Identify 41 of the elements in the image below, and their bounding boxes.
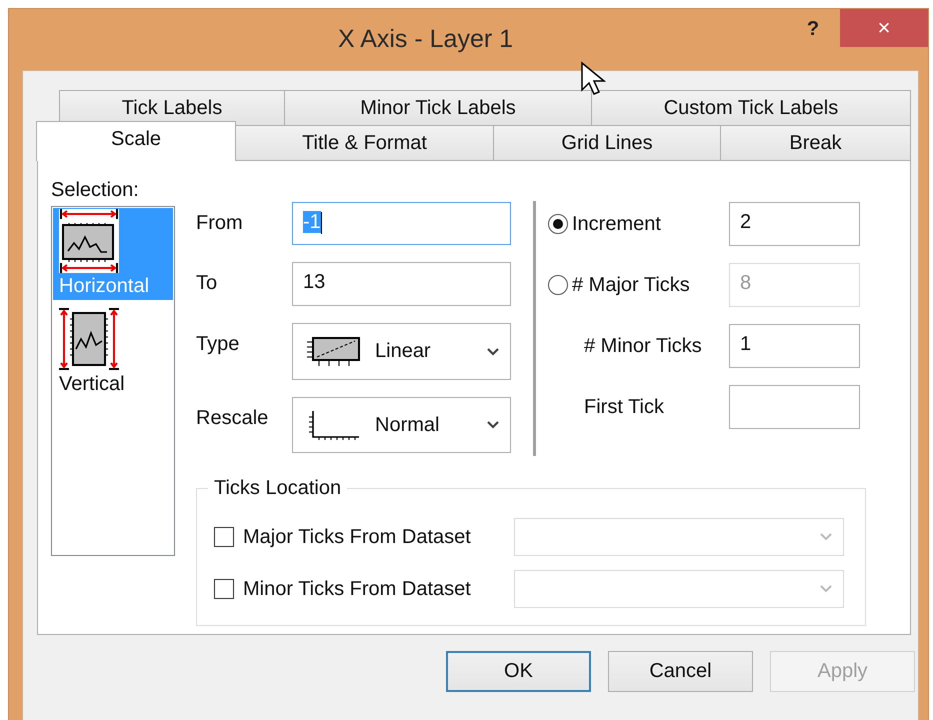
tab[interactable]: Break	[720, 125, 911, 160]
dropdown[interactable]: Linear	[292, 323, 511, 380]
radio-label: # Major Ticks	[572, 274, 690, 296]
selection-label: Selection:	[51, 179, 140, 203]
help-button[interactable]: ?	[802, 18, 824, 41]
dialog-button[interactable]: OK	[446, 651, 591, 692]
field-label: First Tick	[584, 396, 664, 418]
field-label: Rescale	[196, 406, 270, 430]
radio-label: Increment	[572, 212, 661, 236]
field-label: From	[196, 211, 244, 235]
horizontal-axis-icon	[59, 209, 119, 273]
radio-button[interactable]	[548, 214, 568, 234]
field-label: Type	[196, 332, 240, 356]
linear-scale-icon	[305, 336, 361, 368]
dialog-button[interactable]: Cancel	[608, 651, 753, 692]
tab[interactable]: Custom Tick Labels	[591, 90, 911, 125]
vertical-axis-icon	[59, 307, 119, 371]
chevron-down-icon	[819, 584, 833, 594]
window-title: X Axis - Layer 1	[336, 25, 514, 54]
input-field[interactable]: 2	[729, 202, 860, 246]
checkbox[interactable]	[214, 527, 234, 547]
tab[interactable]: Scale	[36, 121, 236, 161]
checkbox-label: Minor Ticks From Dataset	[243, 578, 471, 600]
input-field[interactable]	[729, 385, 860, 429]
tab[interactable]: Title & Format	[235, 125, 494, 160]
tab[interactable]: Grid Lines	[493, 125, 721, 160]
mouse-cursor-icon	[580, 61, 606, 97]
checkbox[interactable]	[214, 579, 234, 599]
chevron-down-icon	[486, 420, 500, 430]
tab[interactable]: Tick Labels	[59, 90, 285, 125]
chevron-down-icon	[486, 346, 500, 356]
input-field[interactable]: 13	[292, 262, 511, 306]
field-label: To	[196, 271, 218, 295]
chevron-down-icon	[819, 532, 833, 542]
checkbox-label: Major Ticks From Dataset	[243, 526, 471, 548]
dropdown[interactable]: Normal	[292, 397, 511, 453]
field-label: # Minor Ticks	[584, 334, 702, 358]
input-field[interactable]: 1	[729, 324, 860, 368]
close-button[interactable]: ×	[840, 9, 928, 47]
tab[interactable]: Minor Tick Labels	[284, 90, 592, 125]
list-item[interactable]: Vertical	[53, 306, 173, 398]
